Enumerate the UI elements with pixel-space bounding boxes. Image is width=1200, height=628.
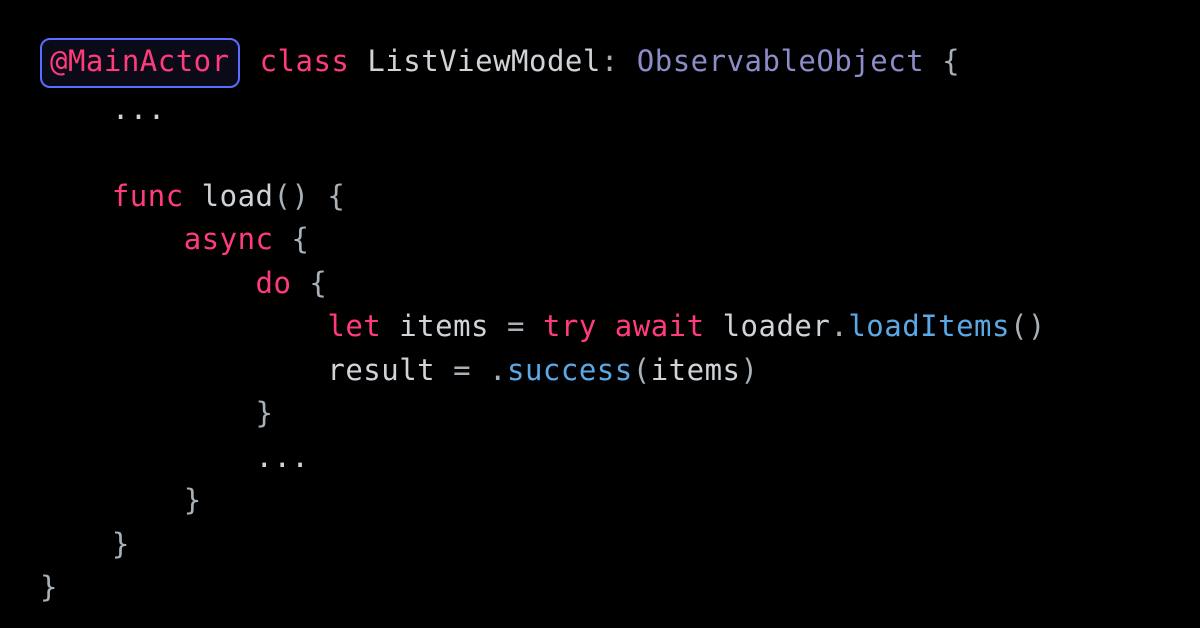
attribute-mainactor: @MainActor <box>50 44 230 78</box>
equals: = <box>507 309 525 343</box>
ellipsis: ... <box>112 92 166 126</box>
brace: { <box>327 179 345 213</box>
enum-success: success <box>507 353 633 387</box>
dot: . <box>830 309 848 343</box>
brace: { <box>291 222 309 256</box>
brace: } <box>112 527 130 561</box>
brace: { <box>942 44 960 78</box>
dot: . <box>489 353 507 387</box>
class-name: ListViewModel <box>367 44 600 78</box>
parens: () <box>274 179 310 213</box>
keyword-do: do <box>256 266 292 300</box>
equals: = <box>453 353 471 387</box>
parens: () <box>1010 309 1046 343</box>
keyword-try: try <box>543 309 597 343</box>
brace: } <box>40 570 58 604</box>
var-items: items <box>399 309 489 343</box>
keyword-class: class <box>260 44 350 78</box>
keyword-async: async <box>184 222 274 256</box>
keyword-await: await <box>615 309 705 343</box>
brace: { <box>309 266 327 300</box>
code-block: @MainActor class ListViewModel: Observab… <box>40 38 1160 610</box>
call-loaditems: loadItems <box>848 309 1010 343</box>
keyword-let: let <box>327 309 381 343</box>
func-name: load <box>202 179 274 213</box>
brace: } <box>256 396 274 430</box>
keyword-func: func <box>112 179 184 213</box>
brace: } <box>184 483 202 517</box>
paren: ) <box>741 353 759 387</box>
protocol-name: ObservableObject <box>637 44 924 78</box>
arg-items: items <box>651 353 741 387</box>
obj-loader: loader <box>723 309 831 343</box>
colon: : <box>601 44 619 78</box>
var-result: result <box>327 353 435 387</box>
paren: ( <box>633 353 651 387</box>
ellipsis: ... <box>256 440 310 474</box>
main-actor-highlight: @MainActor <box>40 38 240 88</box>
